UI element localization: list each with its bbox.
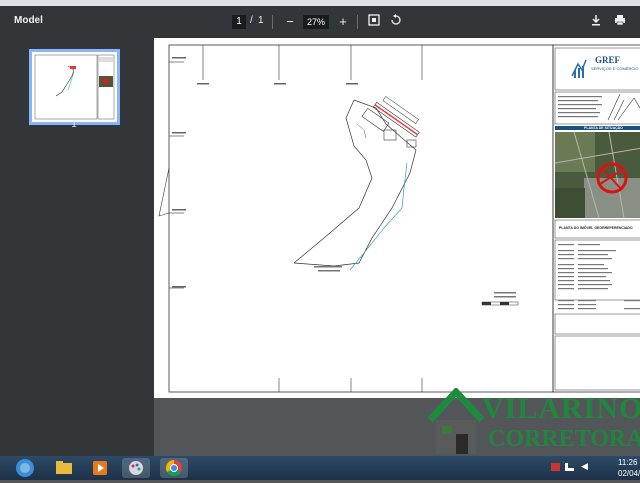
windows-taskbar: ◀ 11:26 02/04/20 xyxy=(0,456,640,480)
volume-icon[interactable]: ◀ xyxy=(581,461,590,473)
download-icon[interactable] xyxy=(588,14,604,30)
drawing-title: PLANTA DO IMÓVEL GEORREFERENCIADO xyxy=(559,226,633,230)
flag-icon[interactable] xyxy=(551,463,560,471)
pdf-toolbar: Model 1 / 1 − 27% + xyxy=(0,6,640,38)
fit-page-icon[interactable] xyxy=(366,14,382,30)
thumbnail-sidebar: 1 xyxy=(0,38,154,456)
zoom-in-button[interactable]: + xyxy=(335,14,351,30)
chrome-icon[interactable] xyxy=(160,458,188,478)
zoom-level-input[interactable]: 27% xyxy=(303,15,329,29)
file-explorer-icon[interactable] xyxy=(50,458,78,478)
situation-plan-title: PLANTA DE SITUAÇÃO xyxy=(584,126,623,130)
pdf-page: GREF SERVIÇOS E COMÉRCIO PLANTA DE SITUA… xyxy=(154,38,640,398)
clock-date[interactable]: 02/04/20 xyxy=(618,469,640,478)
rotate-icon[interactable] xyxy=(388,14,404,30)
page-separator: / xyxy=(250,15,253,26)
toolbar-divider xyxy=(357,15,358,29)
company-subtitle: SERVIÇOS E COMÉRCIO xyxy=(591,66,639,71)
company-name: GREF xyxy=(595,55,621,65)
zoom-out-button[interactable]: − xyxy=(282,14,298,30)
document-title: Model xyxy=(14,15,43,26)
total-pages: 1 xyxy=(258,15,264,26)
current-page-input[interactable]: 1 xyxy=(232,15,246,29)
toolbar-divider xyxy=(272,15,273,29)
network-icon[interactable] xyxy=(565,463,574,471)
page-thumbnail[interactable] xyxy=(29,49,120,125)
thumbnail-page-number: 1 xyxy=(71,119,77,129)
print-icon[interactable] xyxy=(612,14,628,30)
start-button[interactable] xyxy=(12,458,38,478)
site-plan-drawing xyxy=(158,44,640,393)
paint-app-icon[interactable] xyxy=(122,458,150,478)
media-player-icon[interactable] xyxy=(86,458,114,478)
document-viewer[interactable]: GREF SERVIÇOS E COMÉRCIO PLANTA DE SITUA… xyxy=(154,38,640,456)
clock-time[interactable]: 11:26 xyxy=(618,458,638,467)
